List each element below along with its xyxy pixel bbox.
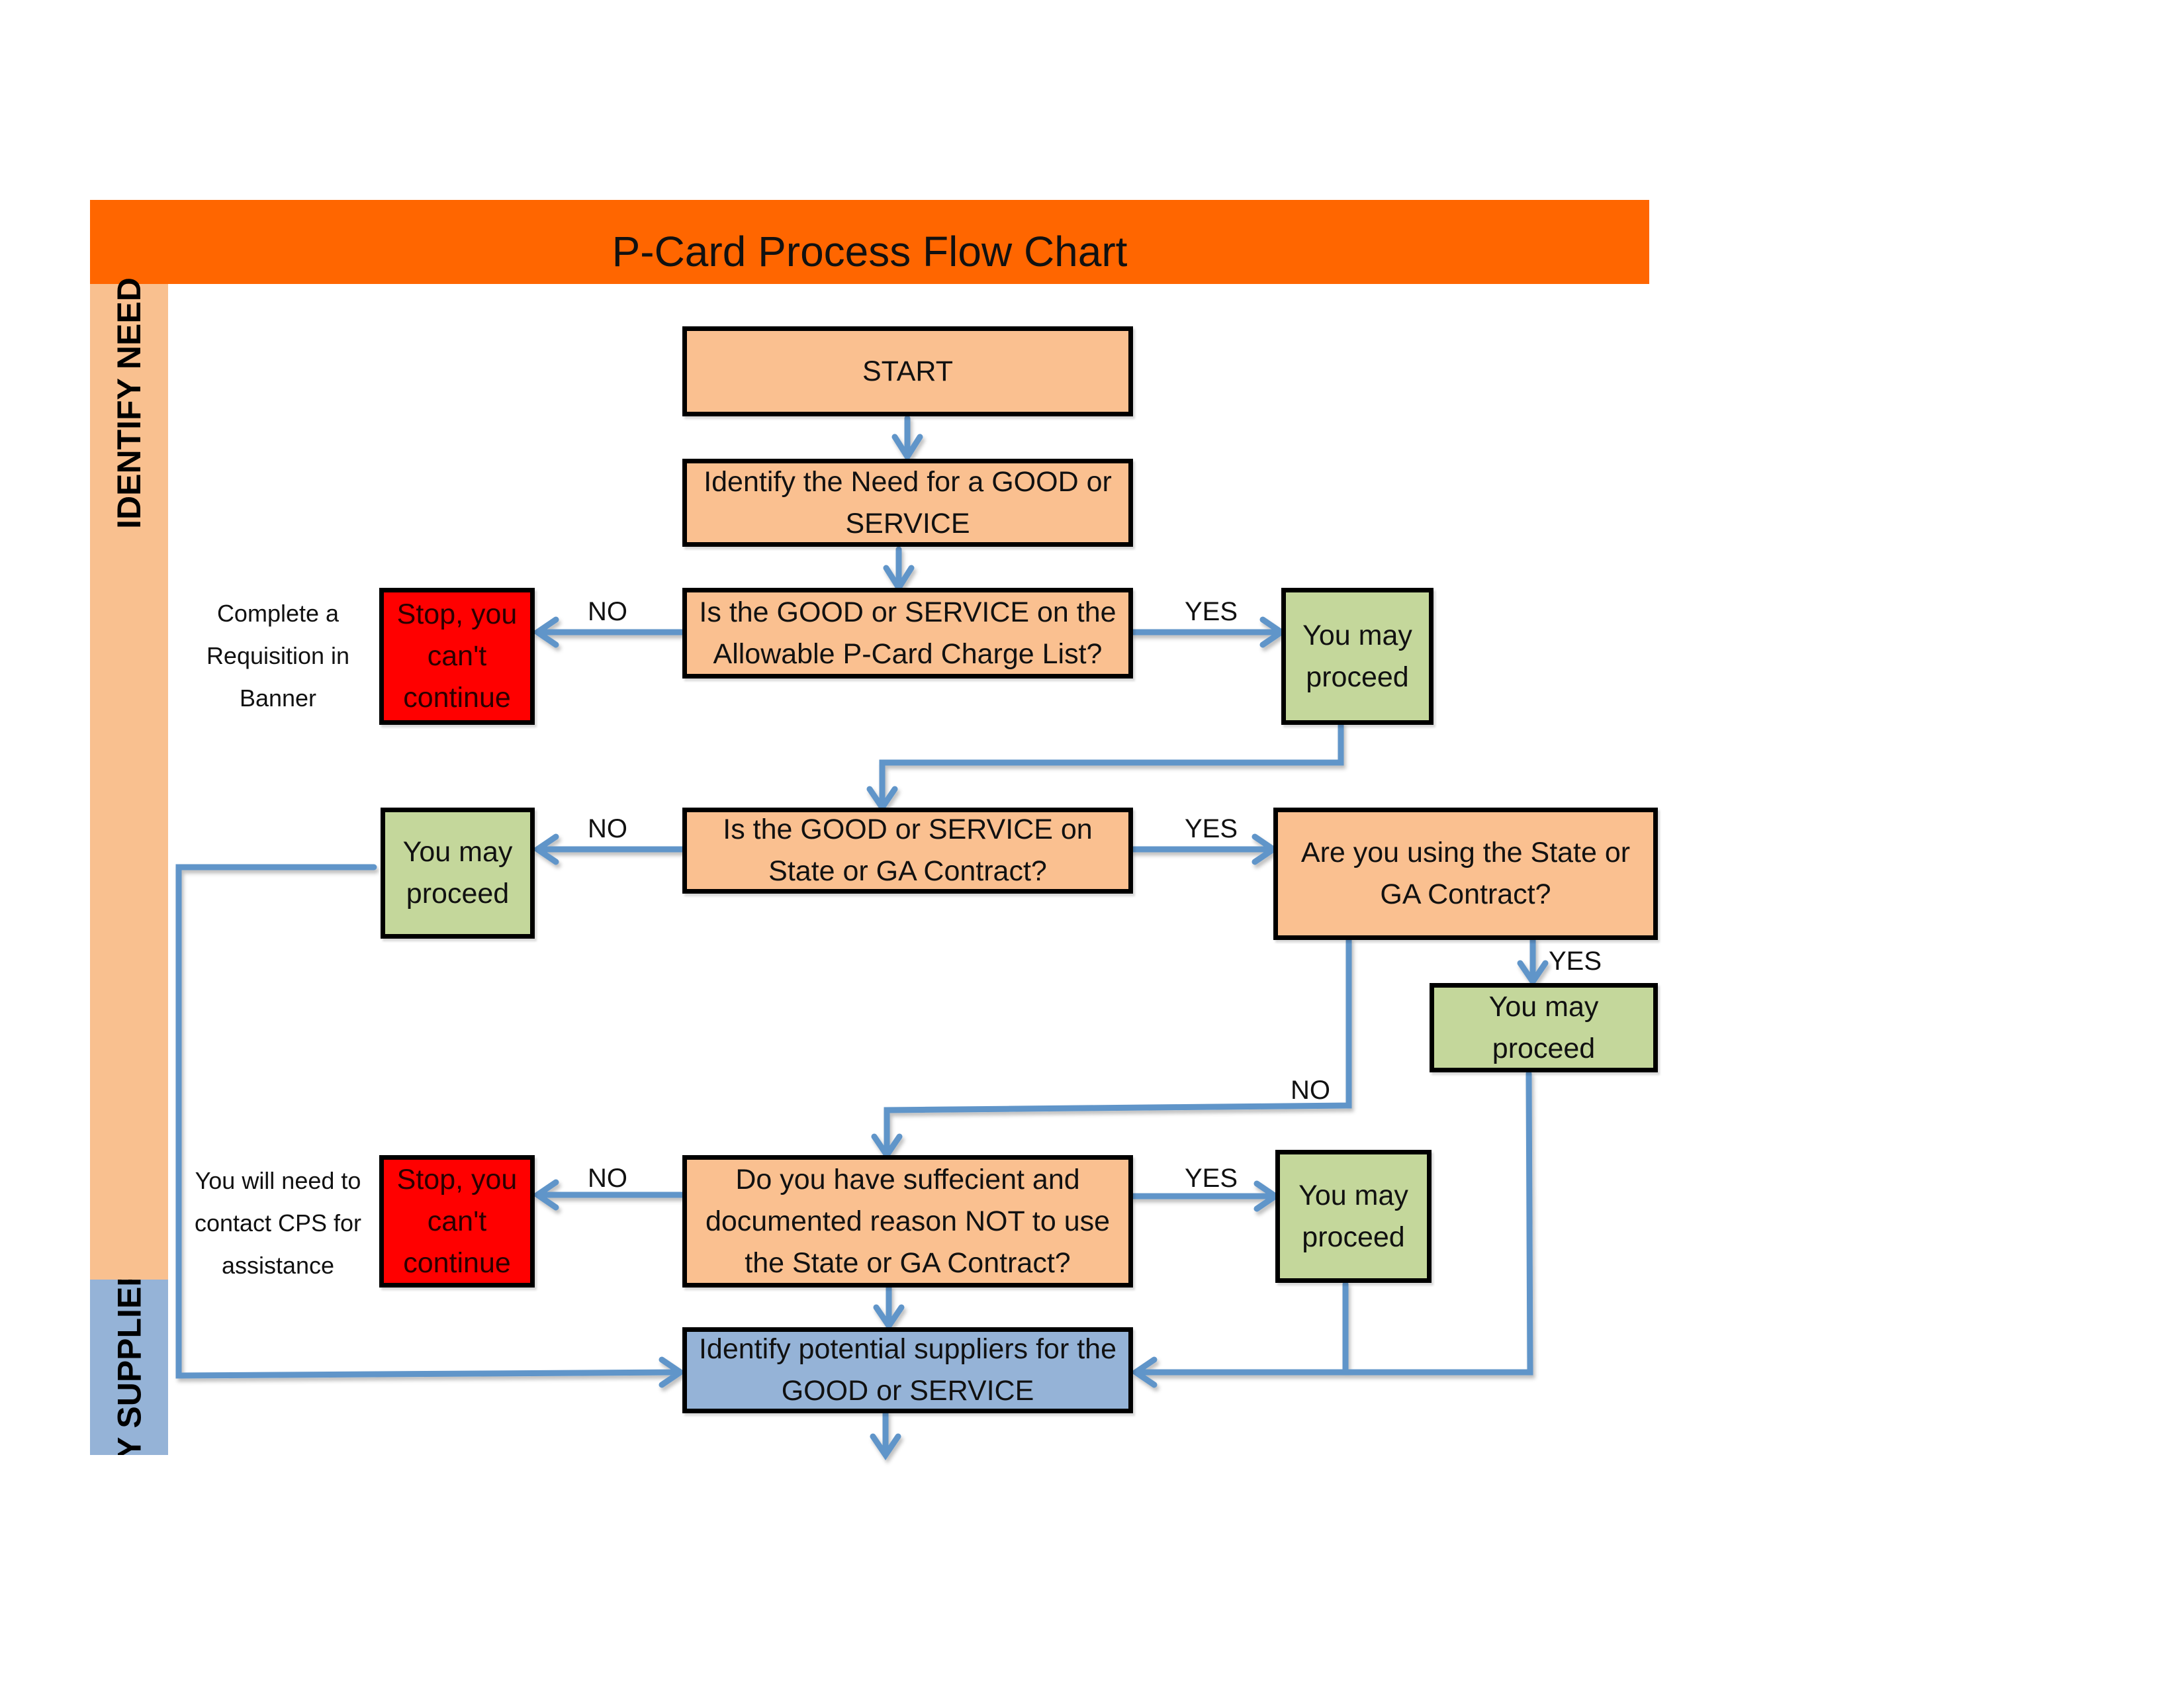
decision-documented-reason: Do you have suffecient and documented re… bbox=[682, 1155, 1133, 1288]
edge-label-yes: YES bbox=[1185, 597, 1238, 626]
node-stop-1-text: Stop, you can't continue bbox=[396, 598, 518, 714]
node-proceed-4-text: You may proceed bbox=[1298, 1179, 1408, 1253]
edge-label-yes: YES bbox=[1549, 947, 1602, 976]
node-stop-2: Stop, you can't continue bbox=[379, 1155, 535, 1288]
connector-q3-to-proceed3 bbox=[1517, 937, 1549, 988]
edge-label-no: NO bbox=[1291, 1076, 1330, 1105]
connector-proceed2-to-suppliers bbox=[175, 864, 686, 1388]
decision-using-contract-text: Are you using the State or GA Contract? bbox=[1300, 837, 1631, 910]
decision-on-contract: Is the GOOD or SERVICE on State or GA Co… bbox=[682, 808, 1133, 894]
node-stop-2-text: Stop, you can't continue bbox=[396, 1163, 518, 1279]
connector-identify-to-q1 bbox=[883, 546, 915, 594]
decision-documented-reason-text: Do you have suffecient and documented re… bbox=[705, 1163, 1111, 1279]
node-start-text: START bbox=[862, 355, 953, 387]
decision-allowable-list: Is the GOOD or SERVICE on the Allowable … bbox=[682, 588, 1133, 679]
connector-q4-to-suppliers bbox=[873, 1284, 905, 1332]
edge-label-no: NO bbox=[588, 814, 627, 843]
node-proceed-2-text: You may proceed bbox=[402, 836, 513, 910]
node-proceed-4: You may proceed bbox=[1275, 1150, 1432, 1283]
edge-label-no: NO bbox=[588, 597, 627, 626]
edge-label-yes: YES bbox=[1185, 814, 1238, 843]
note-contact-cps: You will need to contact CPS for assista… bbox=[194, 1167, 362, 1279]
node-proceed-3-text: You may proceed bbox=[1488, 990, 1599, 1064]
node-start: START bbox=[682, 326, 1133, 416]
decision-on-contract-text: Is the GOOD or SERVICE on State or GA Co… bbox=[723, 814, 1093, 887]
node-proceed-1-text: You may proceed bbox=[1302, 619, 1412, 693]
node-stop-1: Stop, you can't continue bbox=[379, 588, 535, 725]
edge-label-yes: YES bbox=[1185, 1164, 1238, 1193]
connector-q3-to-q4 bbox=[871, 937, 1352, 1161]
node-identify-need-text: Identify the Need for a GOOD or SERVICE bbox=[704, 465, 1112, 539]
connector-start-to-identify bbox=[891, 415, 923, 463]
node-identify-need: Identify the Need for a GOOD or SERVICE bbox=[682, 459, 1133, 547]
node-proceed-2: You may proceed bbox=[381, 808, 535, 939]
decision-allowable-list-text: Is the GOOD or SERVICE on the Allowable … bbox=[699, 596, 1116, 670]
connector-proceed1-to-q2 bbox=[866, 722, 1344, 814]
connector-suppliers-to-next bbox=[870, 1410, 901, 1461]
note-requisition: Complete a Requisition in Banner bbox=[206, 600, 350, 712]
decision-using-contract: Are you using the State or GA Contract? bbox=[1273, 808, 1658, 940]
edge-label-no: NO bbox=[588, 1164, 627, 1193]
node-identify-suppliers-text: Identify potential suppliers for the GOO… bbox=[698, 1333, 1117, 1407]
node-identify-suppliers: Identify potential suppliers for the GOO… bbox=[682, 1327, 1133, 1413]
node-proceed-1: You may proceed bbox=[1281, 588, 1433, 725]
node-proceed-3: You may proceed bbox=[1430, 983, 1658, 1072]
